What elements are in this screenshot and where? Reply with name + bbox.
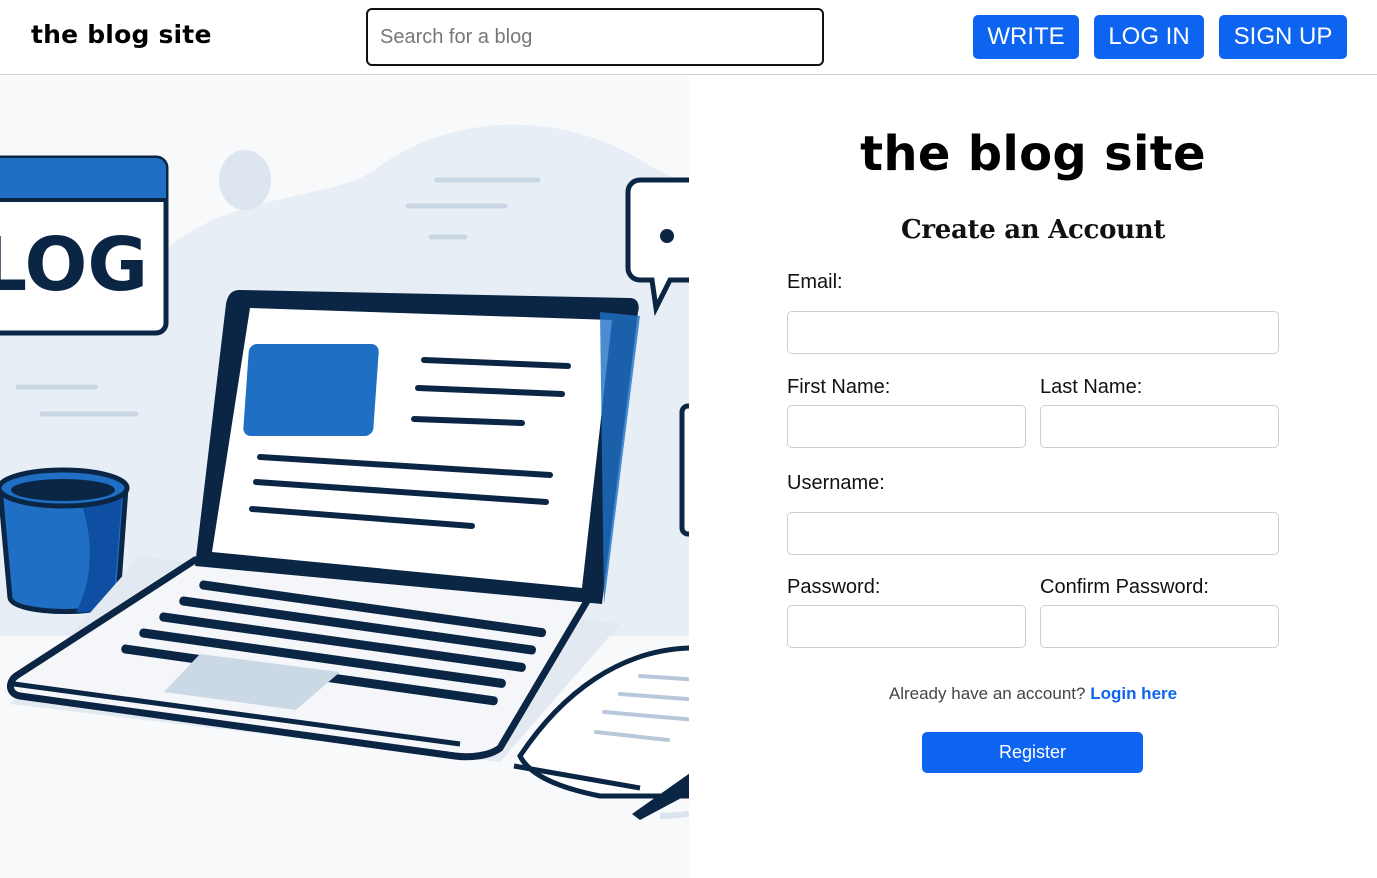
search-input[interactable] xyxy=(366,8,824,66)
signup-button[interactable]: SIGN UP xyxy=(1219,15,1347,59)
form-subtitle: Create an Account xyxy=(900,215,1166,245)
first-name-label: First Name: xyxy=(787,376,891,398)
email-field[interactable] xyxy=(787,311,1279,354)
brand-logo[interactable]: the blog site xyxy=(31,20,212,49)
top-navbar: the blog site WRITE LOG IN SIGN UP xyxy=(0,0,1377,75)
username-label: Username: xyxy=(787,472,885,494)
login-prompt: Already have an account? Login here xyxy=(689,684,1377,704)
username-field[interactable] xyxy=(787,512,1279,555)
password-label: Password: xyxy=(787,576,881,598)
email-label: Email: xyxy=(787,271,843,293)
confirm-password-label: Confirm Password: xyxy=(1040,576,1209,598)
last-name-label: Last Name: xyxy=(1040,376,1143,398)
write-button[interactable]: WRITE xyxy=(973,15,1079,59)
blog-illustration: LOG xyxy=(0,76,689,878)
confirm-password-field[interactable] xyxy=(1040,605,1279,648)
login-link[interactable]: Login here xyxy=(1090,684,1177,703)
form-title: the blog site xyxy=(860,126,1206,182)
last-name-field[interactable] xyxy=(1040,405,1279,448)
cloud-shape xyxy=(219,150,271,210)
blog-sign-icon: LOG xyxy=(0,155,169,336)
first-name-field[interactable] xyxy=(787,405,1026,448)
register-button[interactable]: Register xyxy=(922,732,1143,773)
already-text: Already have an account? xyxy=(888,684,1086,703)
password-field[interactable] xyxy=(787,605,1026,648)
login-button[interactable]: LOG IN xyxy=(1094,15,1204,59)
coffee-mug-icon xyxy=(0,467,130,614)
blog-sign-text: LOG xyxy=(0,222,148,308)
